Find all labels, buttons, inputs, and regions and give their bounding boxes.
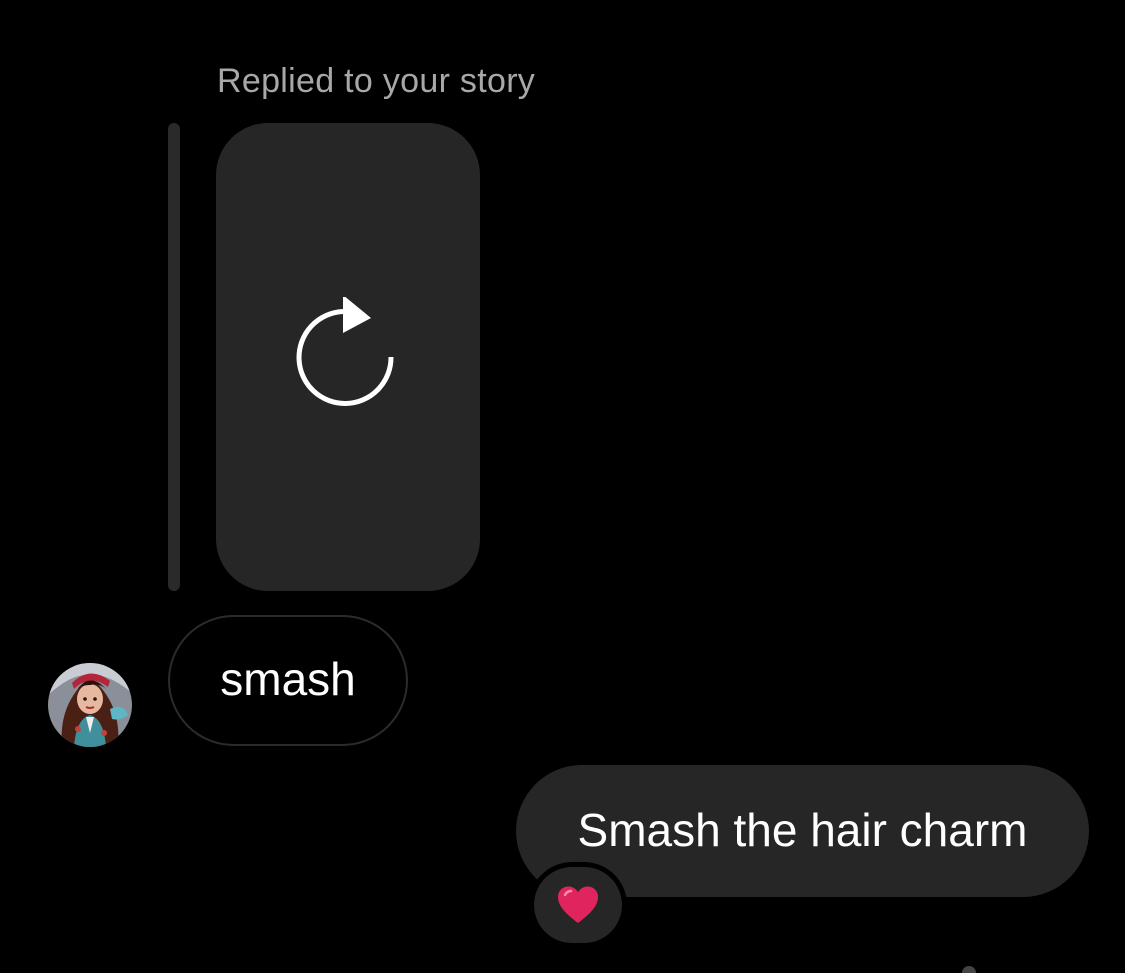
avatar-illustration [48, 663, 132, 747]
heart-icon [558, 886, 598, 923]
outgoing-message-text: Smash the hair charm [577, 804, 1028, 856]
seen-indicator-dot [962, 966, 976, 973]
story-preview-card[interactable] [216, 123, 480, 591]
message-reaction[interactable] [529, 862, 627, 948]
dm-thread: Replied to your story smash Smash the ha… [0, 0, 1125, 973]
reload-icon[interactable] [293, 297, 403, 417]
reply-quote-bar [168, 123, 180, 591]
avatar[interactable] [48, 663, 132, 747]
incoming-message-text: smash [220, 652, 356, 705]
reply-context-label: Replied to your story [217, 62, 536, 100]
reaction-pill[interactable] [534, 867, 622, 943]
incoming-message-bubble[interactable]: smash [168, 615, 408, 746]
